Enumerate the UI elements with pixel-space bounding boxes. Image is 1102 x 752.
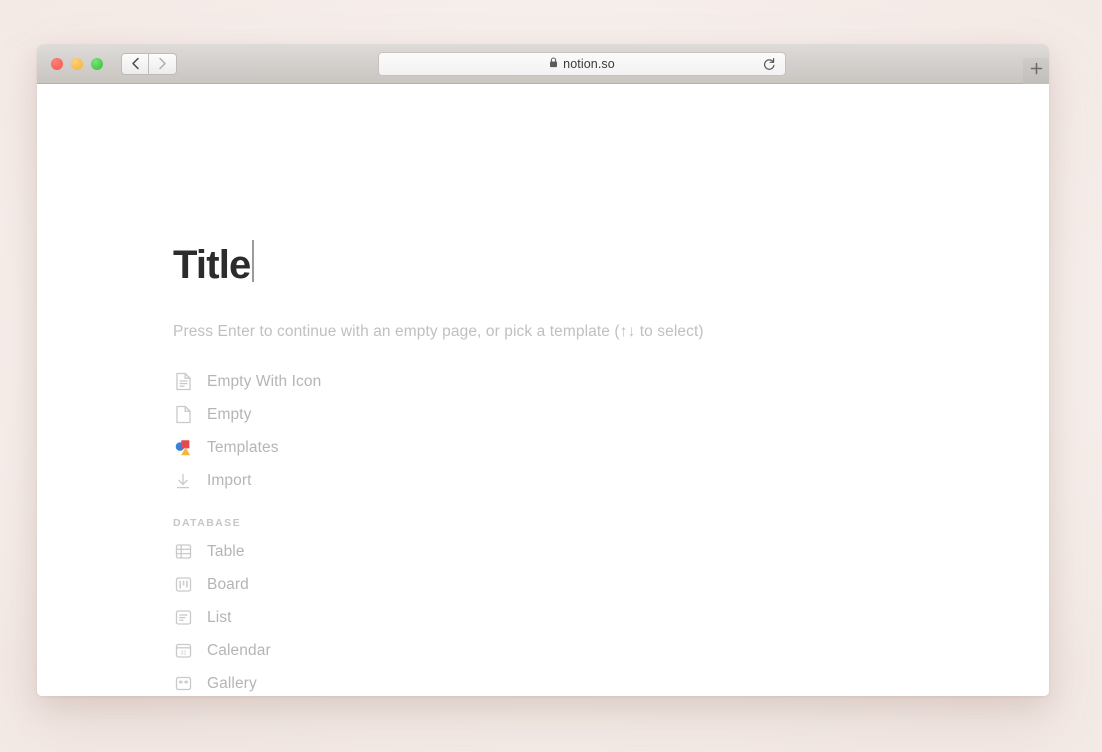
chevron-left-icon xyxy=(131,57,140,70)
database-section-header: DATABASE xyxy=(173,517,241,529)
menu-item-label: Empty With Icon xyxy=(207,372,322,390)
forward-button[interactable] xyxy=(149,52,177,75)
document-blank-icon xyxy=(173,405,193,425)
maximize-window-button[interactable] xyxy=(91,57,103,70)
new-tab-button[interactable] xyxy=(1023,58,1049,84)
chevron-right-icon xyxy=(158,57,167,70)
template-menu: Empty With Icon Empty Templates Import D… xyxy=(173,365,973,696)
list-lines-icon xyxy=(173,608,193,628)
calendar-icon: 31 xyxy=(173,641,193,661)
menu-item-calendar[interactable]: 31 Calendar xyxy=(173,634,973,667)
gallery-icon xyxy=(173,674,193,694)
menu-item-templates[interactable]: Templates xyxy=(173,431,973,464)
address-bar[interactable]: notion.so xyxy=(378,52,786,76)
window-controls xyxy=(37,57,103,70)
document-lines-icon xyxy=(173,372,193,392)
title-row[interactable]: Title xyxy=(173,236,973,285)
reload-icon[interactable] xyxy=(762,57,776,71)
text-cursor xyxy=(251,240,254,282)
templates-shapes-icon xyxy=(173,438,193,458)
menu-item-label: Board xyxy=(207,575,249,593)
browser-window: notion.so Title Press Enter to continue … xyxy=(37,44,1049,696)
address-bar-text: notion.so xyxy=(563,57,615,71)
menu-item-label: List xyxy=(207,608,232,626)
close-window-button[interactable] xyxy=(51,57,63,70)
back-button[interactable] xyxy=(121,52,149,75)
plus-icon xyxy=(1030,62,1043,80)
table-grid-icon xyxy=(173,542,193,562)
menu-item-label: Table xyxy=(207,542,245,560)
lock-icon xyxy=(549,55,558,73)
menu-item-empty[interactable]: Empty xyxy=(173,398,973,431)
menu-item-table[interactable]: Table xyxy=(173,535,973,568)
menu-item-label: Empty xyxy=(207,405,252,423)
menu-item-board[interactable]: Board xyxy=(173,568,973,601)
menu-item-empty-with-icon[interactable]: Empty With Icon xyxy=(173,365,973,398)
menu-item-label: Gallery xyxy=(207,674,257,692)
menu-item-label: Import xyxy=(207,471,252,489)
notion-page: Title Press Enter to continue with an em… xyxy=(37,84,1049,696)
browser-toolbar: notion.so xyxy=(37,44,1049,84)
hint-text: Press Enter to continue with an empty pa… xyxy=(173,323,704,340)
address-bar-content: notion.so xyxy=(549,55,615,73)
board-kanban-icon xyxy=(173,575,193,595)
menu-item-list[interactable]: List xyxy=(173,601,973,634)
menu-item-label: Calendar xyxy=(207,641,271,659)
minimize-window-button[interactable] xyxy=(71,57,83,70)
page-title: Title xyxy=(173,243,251,287)
import-download-icon xyxy=(173,471,193,491)
menu-item-label: Templates xyxy=(207,438,279,456)
navigation-buttons xyxy=(121,52,177,75)
calendar-day-number: 31 xyxy=(180,650,186,656)
page-content: Title Press Enter to continue with an em… xyxy=(173,84,973,696)
menu-item-gallery[interactable]: Gallery xyxy=(173,667,973,696)
menu-item-import[interactable]: Import xyxy=(173,464,973,497)
